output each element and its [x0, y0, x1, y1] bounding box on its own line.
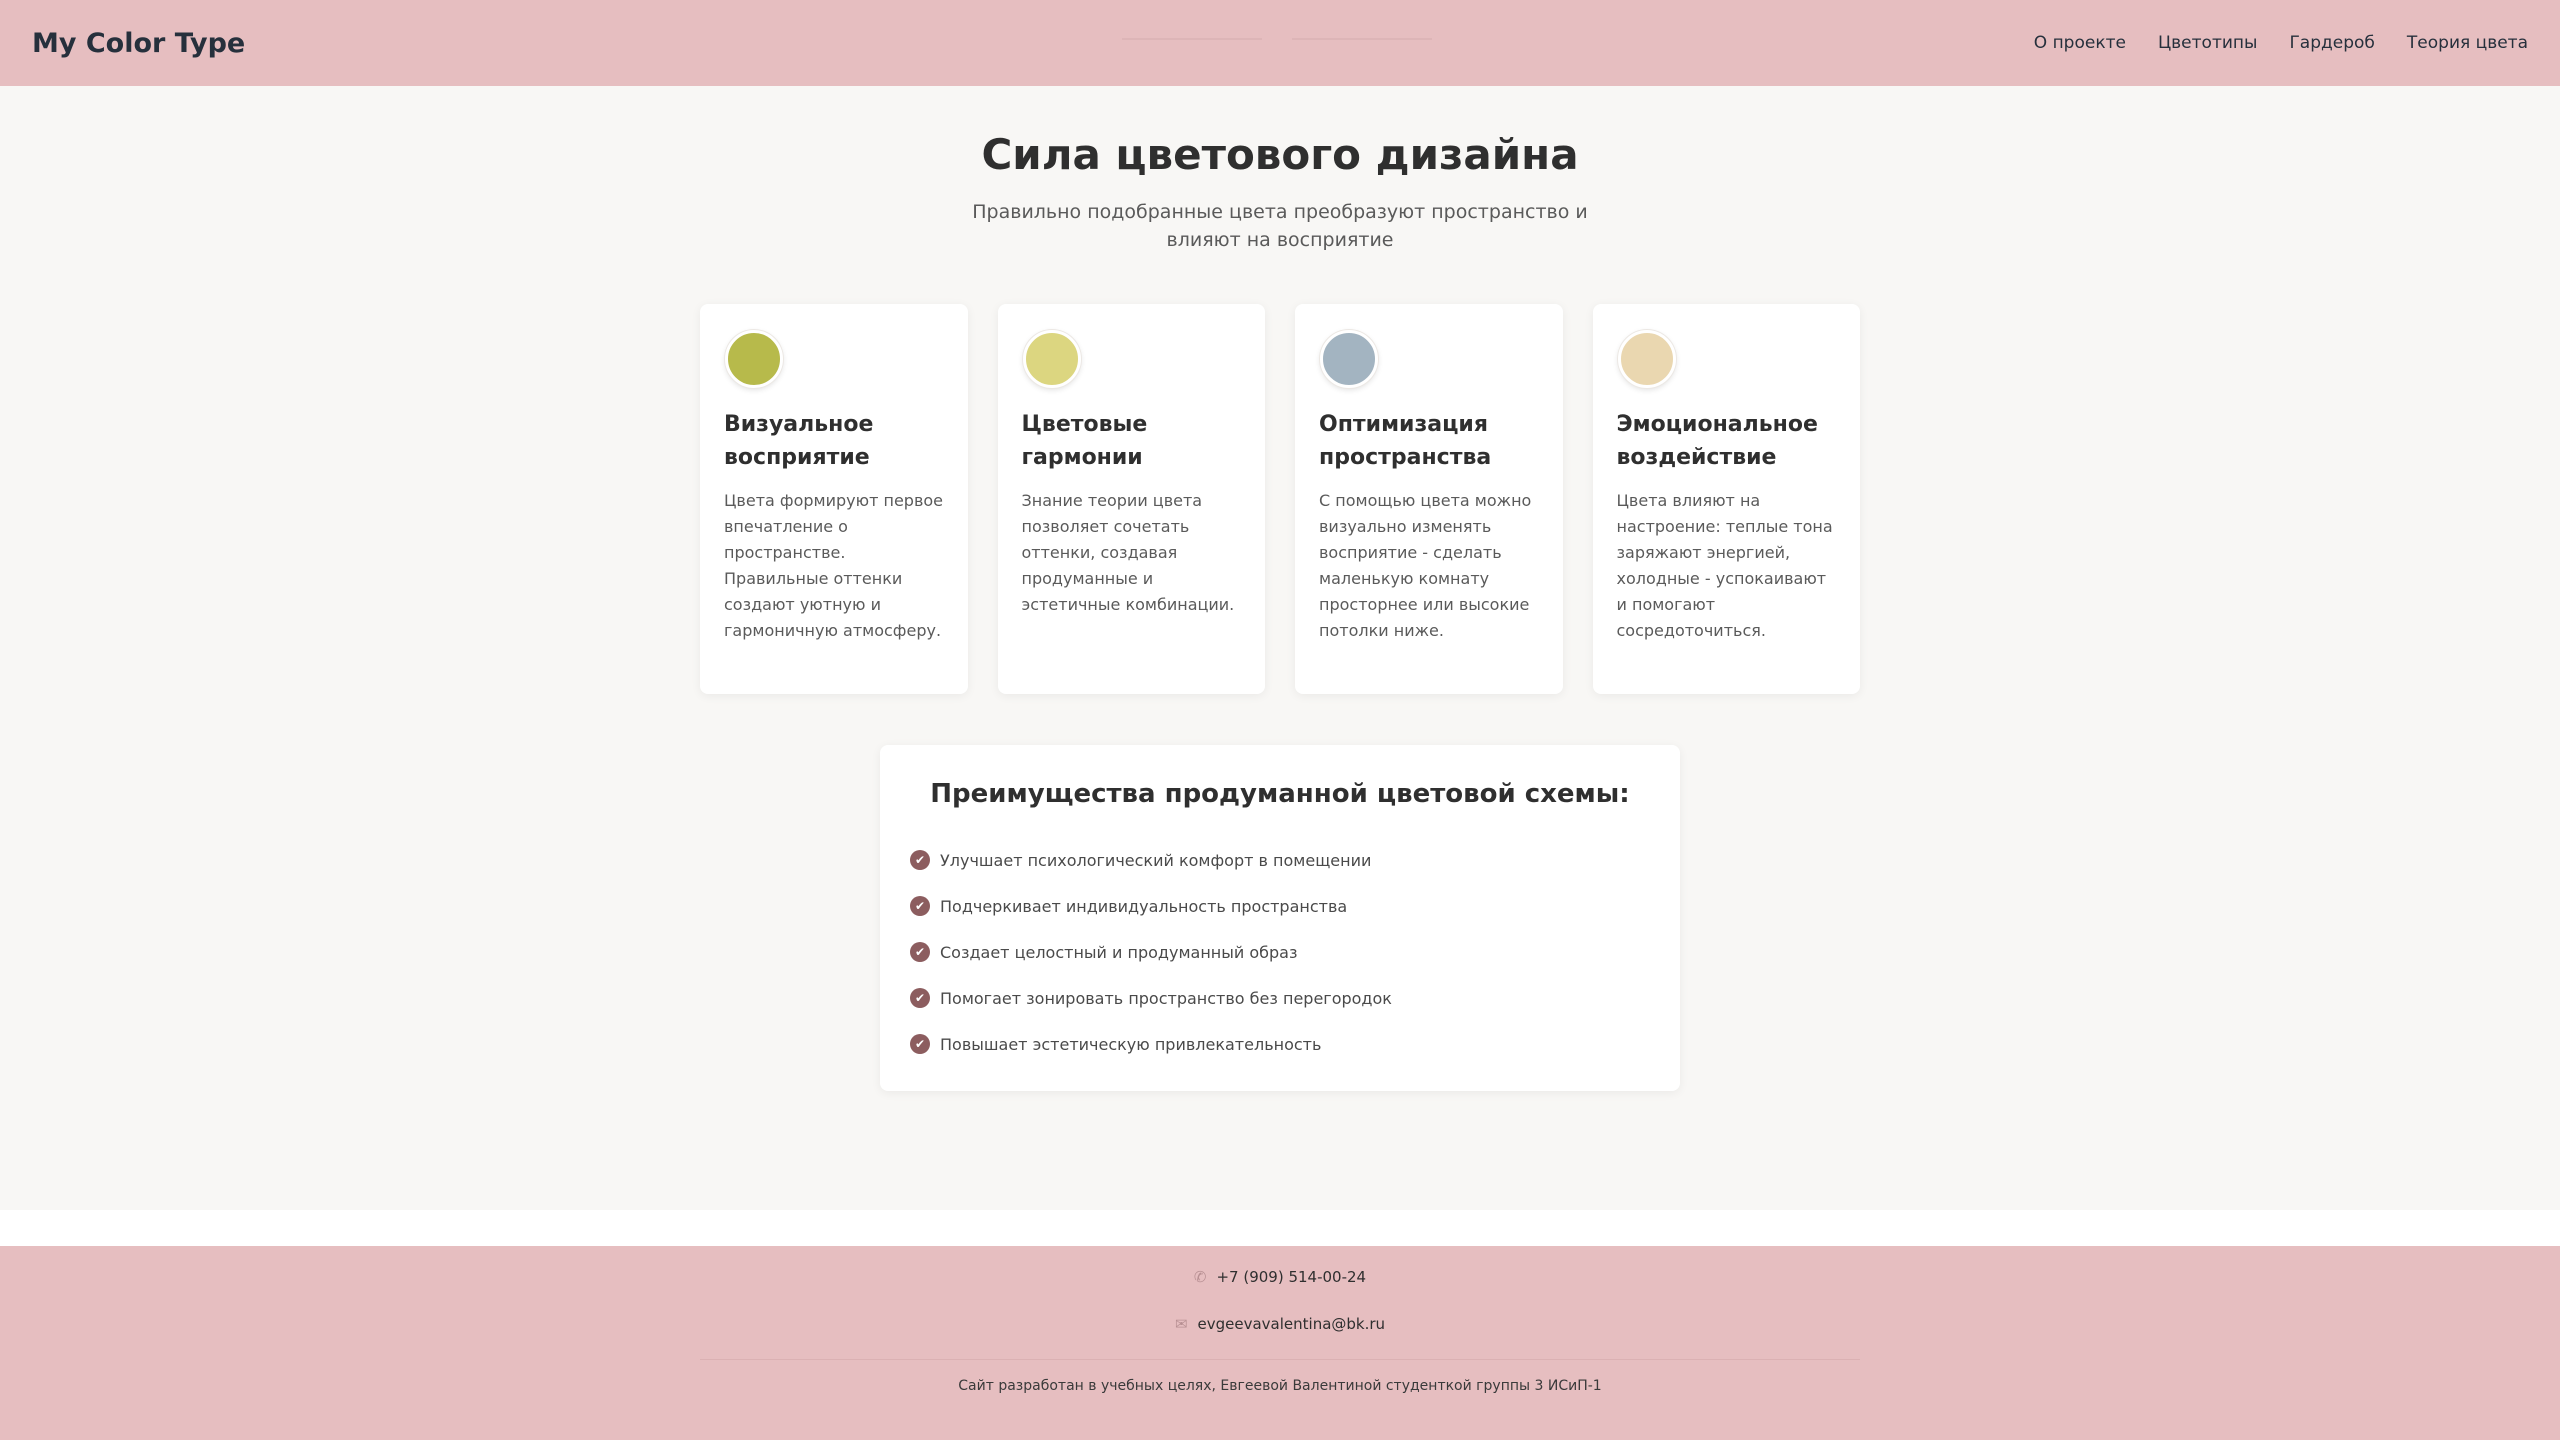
card-text: С помощью цвета можно визуально изменять… [1319, 491, 1532, 640]
check-icon: ✔ [910, 850, 930, 870]
check-icon: ✔ [910, 896, 930, 916]
footer-divider [700, 1359, 1860, 1360]
feature-cards: Визуальное восприятие Цвета формируют пе… [700, 304, 1860, 694]
benefits-list: ✔ Улучшает психологический комфорт в пом… [910, 837, 1650, 1067]
page-title: Сила цветового дизайна [981, 130, 1579, 179]
benefit-item: ✔ Повышает эстетическую привлекательност… [910, 1021, 1650, 1067]
nav-link-wardrobe[interactable]: Гардероб [2289, 33, 2374, 53]
card-title: Оптимизация пространства [1319, 412, 1492, 470]
color-swatch [1320, 330, 1378, 388]
benefit-item: ✔ Помогает зонировать пространство без п… [910, 975, 1650, 1021]
card-text: Цвета влияют на настроение: теплые тона … [1616, 491, 1833, 640]
benefit-text: Повышает эстетическую привлекательность [940, 1034, 1322, 1054]
feature-card: Оптимизация пространства С помощью цвета… [1295, 304, 1563, 694]
contact-email[interactable]: ✉ evgeevavalentina@bk.ru [0, 1315, 2560, 1333]
benefit-text: Создает целостный и продуманный образ [940, 942, 1298, 962]
site-header: My Color Type О проекте Цветотипы Гардер… [0, 0, 2560, 86]
benefits-title: Преимущества продуманной цветовой схемы: [930, 779, 1630, 809]
benefit-item: ✔ Создает целостный и продуманный образ [910, 929, 1650, 975]
envelope-icon: ✉ [1174, 1315, 1188, 1333]
page-subtitle: Правильно подобранные цвета преобразуют … [972, 201, 1588, 251]
nav-link-about[interactable]: О проекте [2034, 33, 2126, 53]
benefits-panel: Преимущества продуманной цветовой схемы:… [880, 745, 1680, 1091]
card-title: Цветовые гармонии [1021, 412, 1148, 470]
feature-card: Эмоциональное воздействие Цвета влияют н… [1592, 304, 1860, 694]
contact-phone[interactable]: ✆ +7 (909) 514-00-24 [0, 1268, 2560, 1286]
benefit-text: Подчеркивает индивидуальность пространст… [940, 896, 1348, 916]
site-footer: ✆ +7 (909) 514-00-24 ✉ evgeevavalentina@bk… [0, 1246, 2560, 1440]
color-swatch [725, 330, 783, 388]
color-swatch [1022, 330, 1081, 388]
card-text: Знание теории цвета позволяет сочетать о… [1021, 491, 1235, 614]
header-divider [1292, 38, 1432, 40]
site-logo[interactable]: My Color Type [32, 28, 245, 59]
card-title: Визуальное восприятие [724, 412, 874, 470]
main-nav: О проекте Цветотипы Гардероб Теория цвет… [2034, 33, 2528, 53]
check-icon: ✔ [910, 988, 930, 1008]
feature-card: Цветовые гармонии Знание теории цвета по… [997, 304, 1265, 694]
main-content: Сила цветового дизайна Правильно подобра… [0, 86, 2560, 1210]
check-icon: ✔ [910, 942, 930, 962]
phone-text: +7 (909) 514-00-24 [1216, 1268, 1367, 1286]
benefit-item: ✔ Улучшает психологический комфорт в пом… [910, 837, 1650, 883]
benefit-item: ✔ Подчеркивает индивидуальность простран… [910, 883, 1650, 929]
copyright-text: Сайт разработан в учебных целях, Евгеево… [958, 1378, 1602, 1394]
email-text: evgeevavalentina@bk.ru [1197, 1315, 1386, 1333]
card-title: Эмоциональное воздействие [1616, 412, 1818, 470]
card-text: Цвета формируют первое впечатление о про… [724, 491, 944, 640]
feature-card: Визуальное восприятие Цвета формируют пе… [700, 304, 968, 694]
check-icon: ✔ [910, 1034, 930, 1054]
benefit-text: Улучшает психологический комфорт в помещ… [940, 850, 1372, 870]
nav-link-color-theory[interactable]: Теория цвета [2407, 33, 2528, 53]
benefit-text: Помогает зонировать пространство без пер… [940, 988, 1392, 1008]
phone-icon: ✆ [1193, 1268, 1207, 1286]
header-divider [1122, 38, 1262, 40]
nav-link-color-types[interactable]: Цветотипы [2158, 33, 2257, 53]
color-swatch [1617, 330, 1676, 388]
